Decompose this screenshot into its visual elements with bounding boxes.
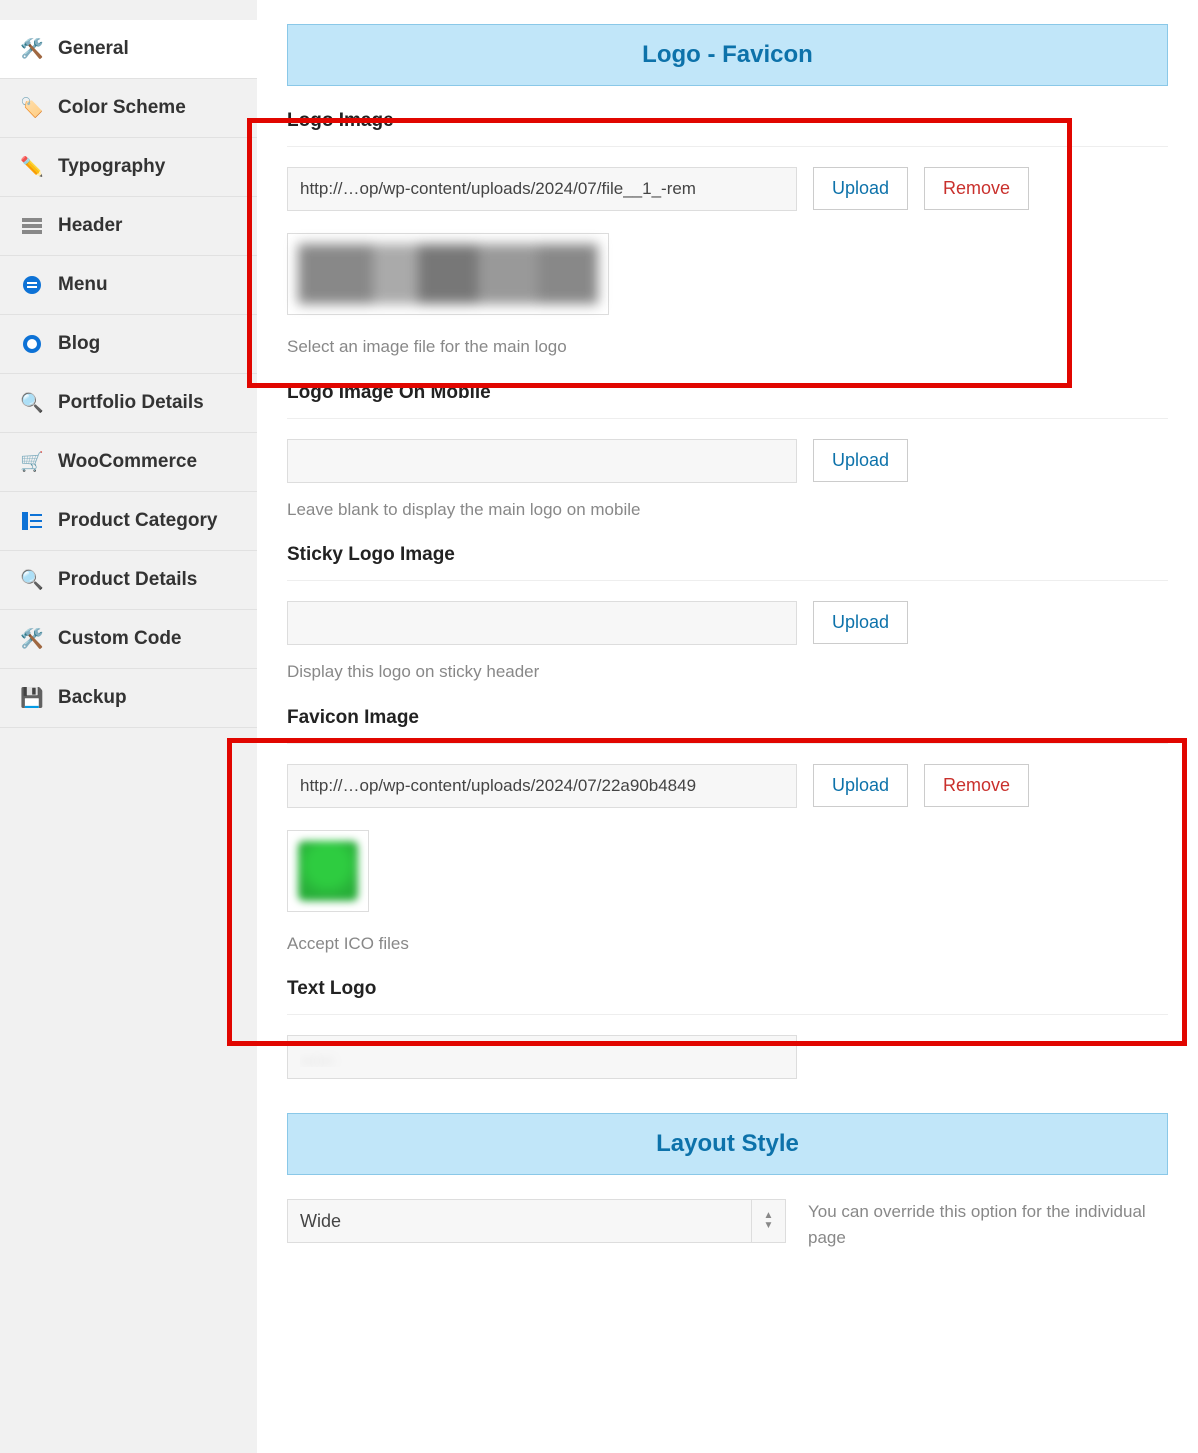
favicon-preview <box>287 830 369 912</box>
main-panel: Logo - Favicon Logo Image Upload Remove … <box>257 0 1198 1453</box>
sidebar-item-label: Product Category <box>58 510 217 532</box>
cart-icon: 🛒 <box>20 450 44 474</box>
logo-mobile-upload-button[interactable]: Upload <box>813 439 908 482</box>
text-logo-input[interactable] <box>287 1035 797 1079</box>
favicon-upload-button[interactable]: Upload <box>813 764 908 807</box>
section-header-layout-style: Layout Style <box>287 1113 1168 1175</box>
sidebar-item-menu[interactable]: Menu <box>0 256 257 315</box>
sidebar-item-label: Menu <box>58 274 108 296</box>
search-icon: 🔍 <box>20 568 44 592</box>
logo-image-preview <box>287 233 609 315</box>
logo-image-upload-button[interactable]: Upload <box>813 167 908 210</box>
favicon-remove-button[interactable]: Remove <box>924 764 1029 807</box>
text-logo-label: Text Logo <box>287 978 1168 1000</box>
layout-select[interactable]: Wide <box>287 1199 786 1243</box>
tools-icon: 🛠️ <box>20 627 44 651</box>
sticky-logo-upload-button[interactable]: Upload <box>813 601 908 644</box>
layout-icon <box>20 214 44 238</box>
paint-icon: 🏷️ <box>20 96 44 120</box>
settings-sidebar: 🛠️ General 🏷️ Color Scheme ✏️ Typography He… <box>0 0 257 1453</box>
logo-mobile-input[interactable] <box>287 439 797 483</box>
sidebar-item-color-scheme[interactable]: 🏷️ Color Scheme <box>0 79 257 138</box>
sticky-logo-input[interactable] <box>287 601 797 645</box>
logo-image-help: Select an image file for the main logo <box>287 334 647 360</box>
favicon-help: Accept ICO files <box>287 931 647 957</box>
sidebar-item-product-details[interactable]: 🔍 Product Details <box>0 551 257 610</box>
sidebar-item-backup[interactable]: 💾 Backup <box>0 669 257 728</box>
sticky-logo-label: Sticky Logo Image <box>287 544 1168 566</box>
sidebar-item-product-category[interactable]: Product Category <box>0 492 257 551</box>
globe-icon <box>20 332 44 356</box>
logo-image-label: Logo Image <box>287 110 1168 132</box>
save-icon: 💾 <box>20 686 44 710</box>
sidebar-item-label: Product Details <box>58 569 197 591</box>
sidebar-item-label: Custom Code <box>58 628 182 650</box>
sidebar-item-label: Backup <box>58 687 127 709</box>
pencil-icon: ✏️ <box>20 155 44 179</box>
sidebar-item-label: Color Scheme <box>58 97 186 119</box>
list-icon <box>20 509 44 533</box>
sidebar-item-label: General <box>58 38 129 60</box>
sidebar-item-woocommerce[interactable]: 🛒 WooCommerce <box>0 433 257 492</box>
sidebar-item-portfolio-details[interactable]: 🔍 Portfolio Details <box>0 374 257 433</box>
logo-mobile-help: Leave blank to display the main logo on … <box>287 497 647 523</box>
logo-image-remove-button[interactable]: Remove <box>924 167 1029 210</box>
logo-mobile-label: Logo Image On Mobile <box>287 382 1168 404</box>
section-header-logo-favicon: Logo - Favicon <box>287 24 1168 86</box>
sidebar-item-header[interactable]: Header <box>0 197 257 256</box>
logo-image-input[interactable] <box>287 167 797 211</box>
favicon-input[interactable] <box>287 764 797 808</box>
sidebar-item-general[interactable]: 🛠️ General <box>0 20 257 79</box>
sidebar-item-label: Portfolio Details <box>58 392 204 414</box>
sidebar-item-label: Blog <box>58 333 100 355</box>
sidebar-item-label: Typography <box>58 156 165 178</box>
sidebar-item-blog[interactable]: Blog <box>0 315 257 374</box>
sidebar-item-label: WooCommerce <box>58 451 197 473</box>
sidebar-item-label: Header <box>58 215 122 237</box>
wrench-icon: 🛠️ <box>20 37 44 61</box>
layout-help: You can override this option for the ind… <box>808 1199 1168 1250</box>
sidebar-item-typography[interactable]: ✏️ Typography <box>0 138 257 197</box>
search-icon: 🔍 <box>20 391 44 415</box>
favicon-label: Favicon Image <box>287 707 1168 729</box>
menu-circle-icon <box>20 273 44 297</box>
sticky-logo-help: Display this logo on sticky header <box>287 659 647 685</box>
sidebar-item-custom-code[interactable]: 🛠️ Custom Code <box>0 610 257 669</box>
